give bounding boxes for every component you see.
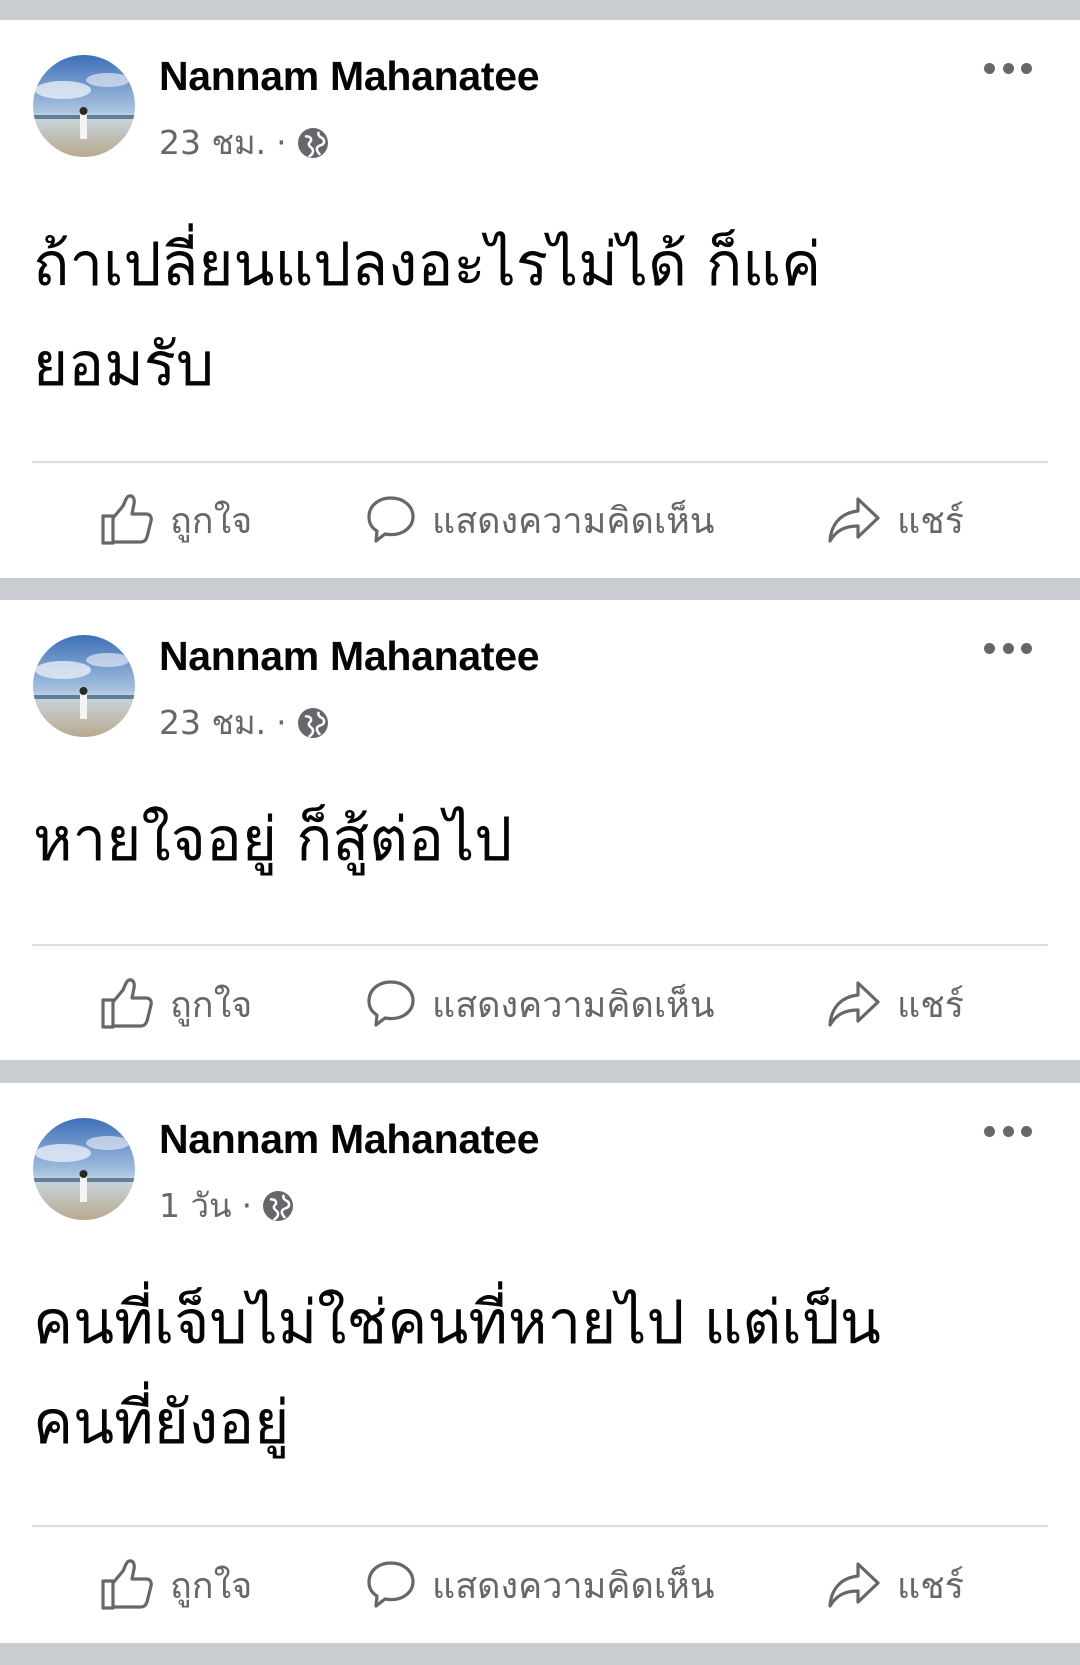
avatar-image (33, 635, 135, 737)
avatar-image (33, 55, 135, 157)
like-button[interactable]: ถูกใจ (100, 480, 252, 560)
author-name[interactable]: Nannam Mahanatee (159, 1116, 540, 1163)
comment-button[interactable]: แสดงความคิดเห็น (366, 1545, 714, 1625)
more-options-icon[interactable] (984, 61, 1032, 75)
author-name[interactable]: Nannam Mahanatee (159, 53, 540, 100)
post-text: ถ้าเปลี่ยนแปลงอะไรไม่ได้ ก็แค่ ยอมรับ (33, 215, 1043, 415)
meta-separator: · (276, 123, 287, 162)
share-icon (828, 981, 880, 1027)
divider (32, 944, 1048, 946)
avatar[interactable] (33, 1118, 135, 1220)
comment-icon (367, 1561, 415, 1608)
meta-separator: · (276, 703, 287, 742)
avatar-image (33, 1118, 135, 1220)
share-label: แชร์ (897, 500, 964, 542)
post-meta: 23 ชม. · (159, 696, 329, 749)
divider (32, 461, 1048, 463)
post-card: Nannam Mahanatee 23 ชม. · ถ้าเปลี่ยนแปลง… (0, 20, 1080, 578)
comment-label: แสดงความคิดเห็น (432, 500, 715, 542)
share-button[interactable]: แชร์ (827, 964, 964, 1044)
post-meta: 23 ชม. · (159, 116, 329, 169)
post-time[interactable]: 1 วัน (159, 1179, 232, 1232)
divider (32, 1525, 1048, 1527)
avatar[interactable] (33, 55, 135, 157)
share-button[interactable]: แชร์ (827, 480, 964, 560)
post-card: Nannam Mahanatee 23 ชม. · หายใจอยู่ ก็สู… (0, 600, 1080, 1060)
thumbs-up-icon (101, 494, 153, 545)
like-button[interactable]: ถูกใจ (100, 964, 252, 1044)
post-actions: ถูกใจ แสดงความคิดเห็น แชร์ (0, 964, 1080, 1044)
like-label: ถูกใจ (170, 984, 253, 1026)
comment-label: แสดงความคิดเห็น (432, 1565, 715, 1607)
post-text-content: ถ้าเปลี่ยนแปลงอะไรไม่ได้ ก็แค่ ยอมรับ (33, 230, 822, 400)
author-name[interactable]: Nannam Mahanatee (159, 633, 540, 680)
meta-separator: · (241, 1186, 253, 1225)
post-text-content: หายใจอยู่ ก็สู้ต่อไป (33, 805, 513, 875)
comment-icon (367, 980, 415, 1027)
comment-button[interactable]: แสดงความคิดเห็น (366, 480, 714, 560)
share-icon (828, 497, 880, 543)
comment-button[interactable]: แสดงความคิดเห็น (366, 964, 714, 1044)
post-actions: ถูกใจ แสดงความคิดเห็น แชร์ (0, 480, 1080, 560)
post-text: คนที่เจ็บไม่ใช่คนที่หายไป แต่เป็น คนที่ย… (33, 1273, 1043, 1473)
thumbs-up-icon (101, 978, 153, 1029)
post-time[interactable]: 23 ชม. (159, 696, 266, 749)
globe-icon (262, 1190, 294, 1222)
like-label: ถูกใจ (170, 500, 253, 542)
post-time[interactable]: 23 ชม. (159, 116, 266, 169)
share-label: แชร์ (897, 1565, 964, 1607)
like-label: ถูกใจ (170, 1565, 253, 1607)
globe-icon (297, 707, 329, 739)
comment-icon (367, 496, 415, 543)
comment-label: แสดงความคิดเห็น (432, 984, 715, 1026)
post-actions: ถูกใจ แสดงความคิดเห็น แชร์ (0, 1545, 1080, 1625)
post-text: หายใจอยู่ ก็สู้ต่อไป (33, 790, 1043, 890)
more-options-icon[interactable] (984, 641, 1032, 655)
avatar[interactable] (33, 635, 135, 737)
post-card: Nannam Mahanatee 1 วัน · คนที่เจ็บไม่ใช่… (0, 1083, 1080, 1643)
post-meta: 1 วัน · (159, 1179, 294, 1232)
post-text-content: คนที่เจ็บไม่ใช่คนที่หายไป แต่เป็น คนที่ย… (33, 1288, 881, 1458)
thumbs-up-icon (101, 1559, 153, 1610)
globe-icon (297, 127, 329, 159)
like-button[interactable]: ถูกใจ (100, 1545, 252, 1625)
share-icon (828, 1562, 880, 1608)
share-button[interactable]: แชร์ (827, 1545, 964, 1625)
more-options-icon[interactable] (984, 1124, 1032, 1138)
share-label: แชร์ (897, 984, 964, 1026)
